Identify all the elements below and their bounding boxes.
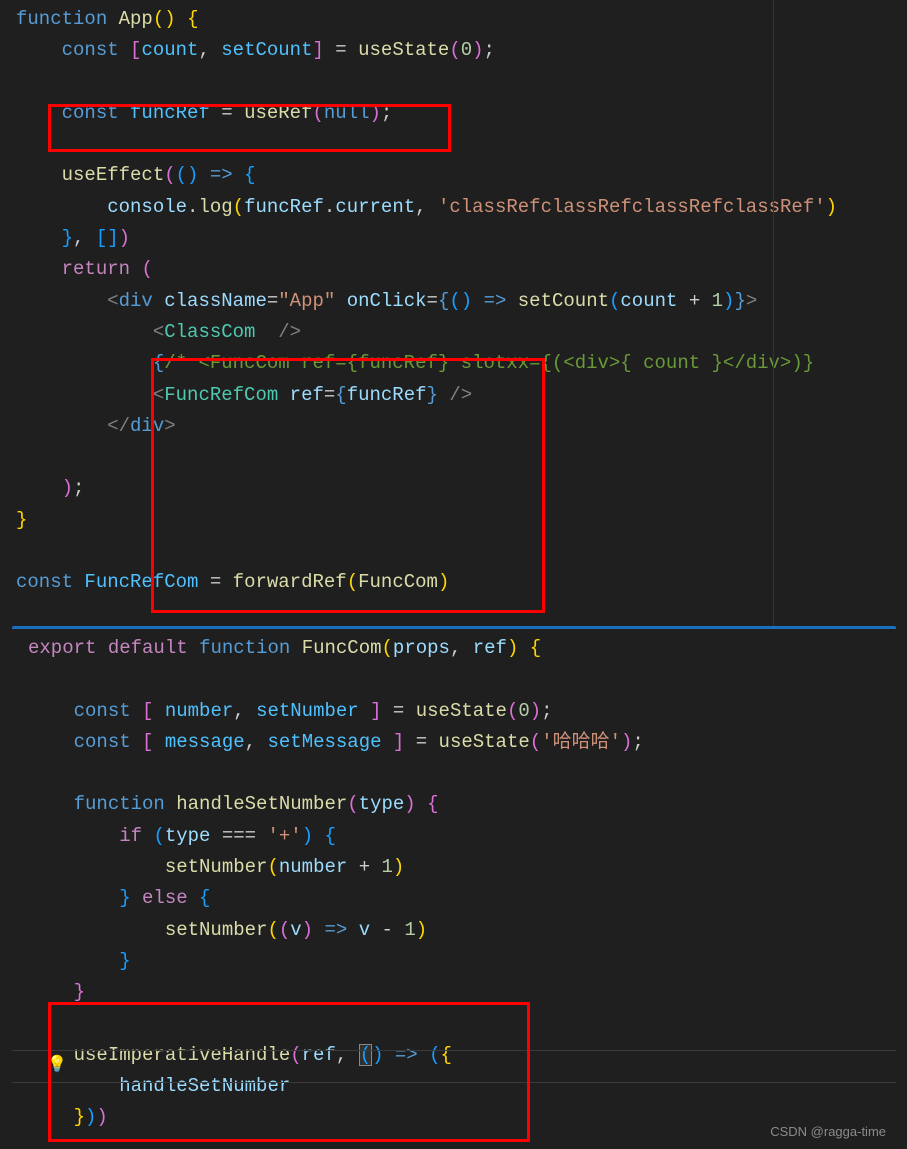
fn-name: App	[119, 8, 153, 30]
ruler-line	[773, 0, 774, 626]
lightbulb-icon[interactable]: 💡	[47, 1054, 67, 1074]
highlight-box-2	[151, 358, 545, 613]
highlight-box-3	[48, 1002, 530, 1142]
bottom-editor-pane: export default function FuncCom(props, r…	[12, 626, 896, 1145]
keyword: function	[16, 8, 107, 30]
watermark: CSDN @ragga-time	[770, 1124, 886, 1139]
top-editor-pane: function App() { const [count, setCount]…	[0, 0, 907, 626]
highlight-box-1	[48, 104, 451, 152]
